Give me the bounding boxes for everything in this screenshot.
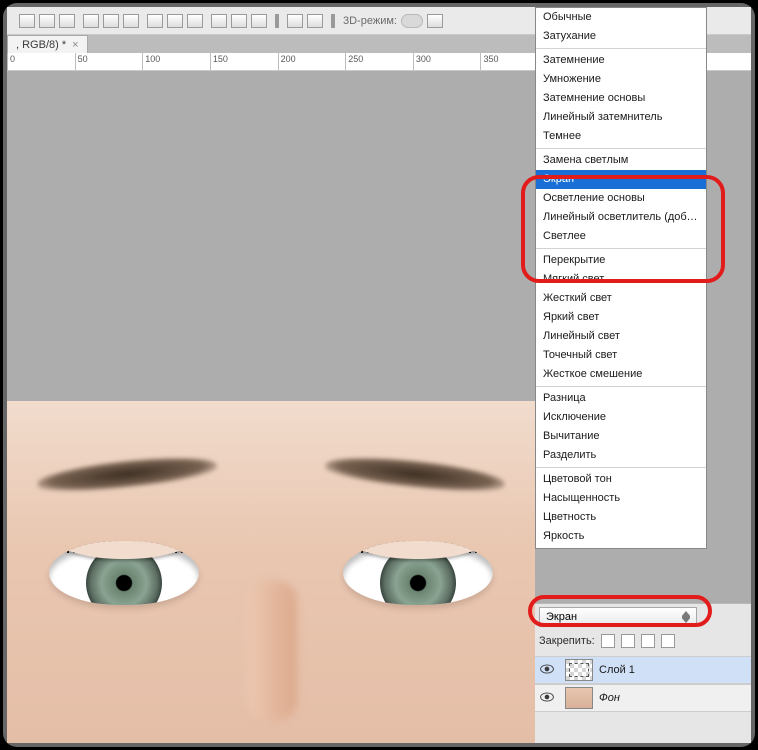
dist-icon[interactable] [147, 14, 163, 28]
layer-row[interactable]: Слой 1 [535, 656, 751, 684]
layers-panel: Экран Закрепить: Слой 1 Фон [535, 603, 751, 743]
layer-name[interactable]: Слой 1 [599, 664, 635, 676]
visibility-toggle[interactable] [535, 692, 559, 705]
blend-mode-item[interactable]: Цветность [536, 508, 706, 527]
blend-mode-value: Экран [546, 611, 577, 623]
separator-icon [275, 14, 279, 28]
align-icon[interactable] [103, 14, 119, 28]
blend-mode-item[interactable]: Осветление основы [536, 189, 706, 208]
blend-mode-item[interactable]: Перекрытие [536, 251, 706, 270]
blend-mode-item[interactable]: Жесткое смешение [536, 365, 706, 384]
blend-mode-item[interactable]: Затемнение основы [536, 89, 706, 108]
document-tab[interactable]: , RGB/8) * × [7, 35, 88, 53]
mode-3d-label: 3D-режим: [343, 14, 443, 28]
updown-icon [682, 611, 690, 623]
lock-brush-icon[interactable] [621, 634, 635, 648]
blend-mode-item[interactable]: Линейный затемнитель [536, 108, 706, 127]
blend-mode-item[interactable]: Линейный осветлитель (добавить) [536, 208, 706, 227]
lock-all-icon[interactable] [661, 634, 675, 648]
dist-icon[interactable] [211, 14, 227, 28]
dist-icon[interactable] [231, 14, 247, 28]
dist-icon[interactable] [251, 14, 267, 28]
space-icon[interactable] [287, 14, 303, 28]
blend-mode-item[interactable]: Точечный свет [536, 346, 706, 365]
dist-icon[interactable] [167, 14, 183, 28]
blend-mode-item[interactable]: Насыщенность [536, 489, 706, 508]
layer-row[interactable]: Фон [535, 684, 751, 712]
blend-mode-item[interactable]: Замена светлым [536, 151, 706, 170]
visibility-toggle[interactable] [535, 664, 559, 677]
blend-mode-item[interactable]: Цветовой тон [536, 470, 706, 489]
align-icon[interactable] [59, 14, 75, 28]
mode3d-icon[interactable] [427, 14, 443, 28]
blend-mode-item[interactable]: Мягкий свет [536, 270, 706, 289]
blend-mode-item[interactable]: Умножение [536, 70, 706, 89]
layer-thumbnail[interactable] [565, 687, 593, 709]
dist-icon[interactable] [187, 14, 203, 28]
blend-mode-item[interactable]: Разделить [536, 446, 706, 465]
blend-mode-item[interactable]: Обычные [536, 8, 706, 27]
lock-move-icon[interactable] [641, 634, 655, 648]
blend-mode-item[interactable]: Темнее [536, 127, 706, 146]
blend-mode-item[interactable]: Разница [536, 389, 706, 408]
blend-mode-item[interactable]: Яркость [536, 527, 706, 546]
blend-mode-item[interactable]: Экран [536, 170, 706, 189]
app-workspace: 3D-режим: , RGB/8) * × 05010015020025030… [7, 7, 751, 743]
lock-row: Закрепить: [539, 634, 675, 648]
lock-label: Закрепить: [539, 635, 595, 647]
lock-transparent-icon[interactable] [601, 634, 615, 648]
tab-label: , RGB/8) * [16, 39, 66, 51]
align-icon[interactable] [19, 14, 35, 28]
space-icon[interactable] [307, 14, 323, 28]
window-frame: 3D-режим: , RGB/8) * × 05010015020025030… [3, 3, 755, 747]
blend-mode-item[interactable]: Затухание [536, 27, 706, 46]
blend-mode-item[interactable]: Вычитание [536, 427, 706, 446]
close-icon[interactable]: × [72, 39, 78, 51]
blend-mode-item[interactable]: Жесткий свет [536, 289, 706, 308]
faces-icon[interactable] [401, 14, 423, 28]
align-icon[interactable] [123, 14, 139, 28]
separator-icon [331, 14, 335, 28]
align-icon[interactable] [39, 14, 55, 28]
blend-mode-item[interactable]: Яркий свет [536, 308, 706, 327]
blend-mode-item[interactable]: Линейный свет [536, 327, 706, 346]
layer-thumbnail[interactable] [565, 659, 593, 681]
layer-name[interactable]: Фон [599, 692, 620, 704]
blend-mode-menu[interactable]: ОбычныеЗатухание ЗатемнениеУмножениеЗатем… [535, 7, 707, 549]
document-canvas[interactable] [7, 401, 535, 743]
blend-mode-item[interactable]: Исключение [536, 408, 706, 427]
blend-mode-item[interactable]: Светлее [536, 227, 706, 246]
blend-mode-select[interactable]: Экран [539, 607, 697, 627]
layer-list: Слой 1 Фон [535, 656, 751, 712]
image-content [7, 401, 535, 743]
align-icon[interactable] [83, 14, 99, 28]
blend-mode-item[interactable]: Затемнение [536, 51, 706, 70]
